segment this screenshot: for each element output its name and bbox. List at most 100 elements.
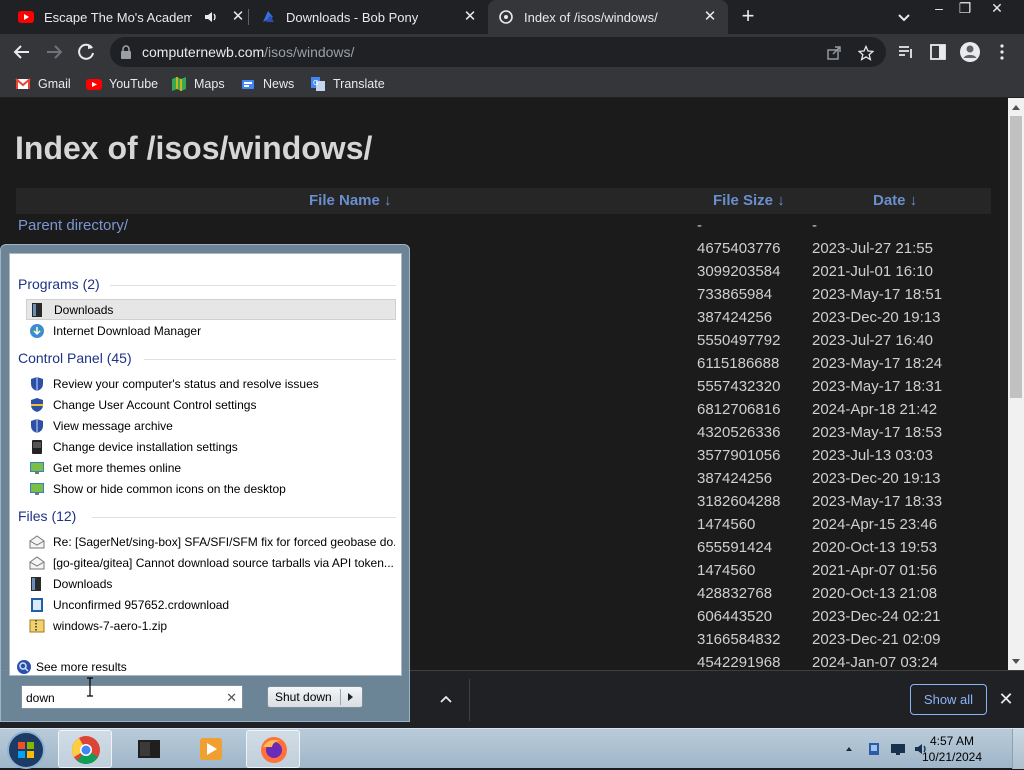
result-label: Re: [SagerNet/sing-box] SFA/SFI/SFM fix … — [53, 534, 395, 549]
personalization-icon — [30, 482, 44, 495]
site-icon — [499, 10, 513, 24]
new-tab-button[interactable]: + — [737, 5, 759, 27]
column-header-file-size[interactable]: File Size ↓ — [713, 192, 785, 209]
file-size: 6812706816 — [697, 401, 781, 418]
file-date: - — [812, 217, 817, 234]
gmail-icon — [15, 78, 31, 89]
result-control-panel[interactable]: Get more themes online — [26, 457, 396, 478]
address-bar[interactable]: computernewb.com/isos/windows/ — [110, 37, 886, 67]
file-size: 4542291968 — [697, 654, 781, 670]
maps-icon — [172, 77, 186, 91]
result-file[interactable]: Re: [SagerNet/sing-box] SFA/SFI/SFM fix … — [26, 531, 396, 552]
file-date: 2020-Oct-13 19:53 — [812, 539, 938, 556]
file-size: 387424256 — [697, 309, 773, 326]
show-all-button[interactable]: Show all — [910, 684, 987, 715]
scroll-up-arrow[interactable] — [1012, 105, 1020, 110]
close-tab-icon[interactable]: ✕ — [230, 9, 246, 25]
column-header-date[interactable]: Date ↓ — [873, 192, 917, 209]
close-tab-icon[interactable]: ✕ — [702, 9, 718, 25]
taskbar-firefox[interactable] — [246, 730, 300, 768]
network-tray-icon[interactable] — [866, 741, 882, 757]
menu-kebab-icon[interactable] — [994, 43, 1010, 61]
tab-title: Index of /isos/windows/ — [524, 9, 658, 25]
close-shelf-icon[interactable]: ✕ — [997, 690, 1015, 708]
bookmark-gmail[interactable]: Gmail — [15, 75, 71, 93]
uac-shield-icon — [31, 397, 43, 412]
action-center-icon — [31, 376, 43, 391]
search-magnifier-icon — [17, 660, 31, 674]
svg-text:G: G — [313, 79, 318, 87]
start-search-box[interactable]: ✕ — [21, 685, 243, 709]
bookmark-news[interactable]: News — [240, 75, 294, 93]
result-program-idm[interactable]: Internet Download Manager — [26, 320, 396, 341]
shut-down-label: Shut down — [275, 690, 332, 704]
reload-icon[interactable] — [74, 40, 98, 64]
group-divider — [92, 517, 396, 518]
result-label: Review your computer's status and resolv… — [53, 376, 319, 391]
clear-search-icon[interactable]: ✕ — [226, 690, 237, 706]
file-size: 3182604288 — [697, 493, 781, 510]
parent-directory-link[interactable]: Parent directory/ — [18, 217, 128, 234]
show-desktop-button[interactable] — [1012, 729, 1024, 769]
downloads-folder-icon — [31, 576, 41, 591]
taskbar-media-player[interactable] — [184, 730, 238, 768]
system-clock[interactable]: 4:57 AM 10/21/2024 — [920, 733, 984, 765]
restore-button[interactable]: ❐ — [952, 0, 978, 18]
column-header-file-name[interactable]: File Name ↓ — [309, 192, 392, 209]
result-file[interactable]: [go-gitea/gitea] Cannot download source … — [26, 552, 396, 573]
profile-avatar-icon[interactable] — [959, 41, 981, 63]
taskbar-downloads[interactable] — [122, 730, 176, 768]
result-control-panel[interactable]: Change device installation settings — [26, 436, 396, 457]
share-icon[interactable] — [826, 45, 842, 61]
tab-strip: Escape The Mo's Academy - ✕ Downloads - … — [0, 0, 1024, 34]
result-file[interactable]: Downloads — [26, 573, 396, 594]
start-search-input[interactable] — [26, 689, 216, 706]
taskbar-chrome[interactable] — [58, 730, 112, 768]
forward-icon[interactable] — [42, 40, 66, 64]
bookmark-star-icon[interactable] — [858, 45, 874, 61]
reading-list-icon[interactable] — [897, 43, 915, 61]
back-icon[interactable] — [10, 40, 34, 64]
page-scrollbar[interactable] — [1008, 98, 1024, 670]
file-size: 3166584832 — [697, 631, 781, 648]
close-window-button[interactable]: ✕ — [984, 0, 1010, 18]
tab-index-of-isos[interactable]: Index of /isos/windows/ ✕ — [488, 0, 728, 34]
bookmark-label: Translate — [333, 77, 385, 91]
start-orb-icon[interactable] — [6, 730, 46, 770]
tab-search-chevron-icon[interactable] — [896, 9, 912, 25]
result-label: [go-gitea/gitea] Cannot download source … — [53, 555, 394, 570]
result-file[interactable]: windows-7-aero-1.zip — [26, 615, 396, 636]
result-program-downloads[interactable]: Downloads — [26, 299, 396, 320]
shut-down-button[interactable]: Shut down — [267, 686, 363, 708]
result-control-panel[interactable]: Change User Account Control settings — [26, 394, 396, 415]
result-file[interactable]: Unconfirmed 957652.crdownload — [26, 594, 396, 615]
tab-youtube[interactable]: Escape The Mo's Academy - ✕ — [8, 0, 248, 34]
bookmark-youtube[interactable]: YouTube — [86, 75, 158, 93]
tab-bob-pony[interactable]: Downloads - Bob Pony ✕ — [250, 0, 488, 34]
result-control-panel[interactable]: Review your computer's status and resolv… — [26, 373, 396, 394]
see-more-results-link[interactable]: See more results — [16, 659, 127, 675]
shut-down-options-arrow-icon[interactable] — [348, 693, 353, 701]
scroll-thumb[interactable] — [1010, 116, 1022, 398]
scroll-down-arrow[interactable] — [1012, 659, 1020, 664]
media-player-icon — [200, 738, 222, 760]
file-date: 2020-Oct-13 21:08 — [812, 585, 938, 602]
bookmark-maps[interactable]: Maps — [171, 75, 225, 93]
bookmark-translate[interactable]: G Translate — [310, 75, 385, 93]
chevron-up-icon[interactable] — [438, 691, 454, 707]
lock-icon[interactable] — [120, 45, 132, 59]
show-hidden-icons-arrow-icon[interactable] — [844, 741, 854, 757]
file-date: 2023-Dec-20 19:13 — [812, 470, 941, 487]
shelf-divider — [469, 679, 470, 721]
url-path: /isos/windows/ — [264, 44, 355, 60]
close-tab-icon[interactable]: ✕ — [462, 9, 478, 25]
start-menu: Programs (2) Downloads Internet Download… — [0, 244, 410, 722]
file-size: 387424256 — [697, 470, 773, 487]
monitor-tray-icon[interactable] — [890, 741, 906, 757]
result-control-panel[interactable]: View message archive — [26, 415, 396, 436]
audio-playing-icon[interactable] — [204, 10, 218, 24]
minimize-button[interactable]: ‒ — [926, 0, 952, 18]
youtube-icon — [86, 79, 102, 90]
side-panel-icon[interactable] — [929, 43, 947, 61]
result-control-panel[interactable]: Show or hide common icons on the desktop — [26, 478, 396, 499]
